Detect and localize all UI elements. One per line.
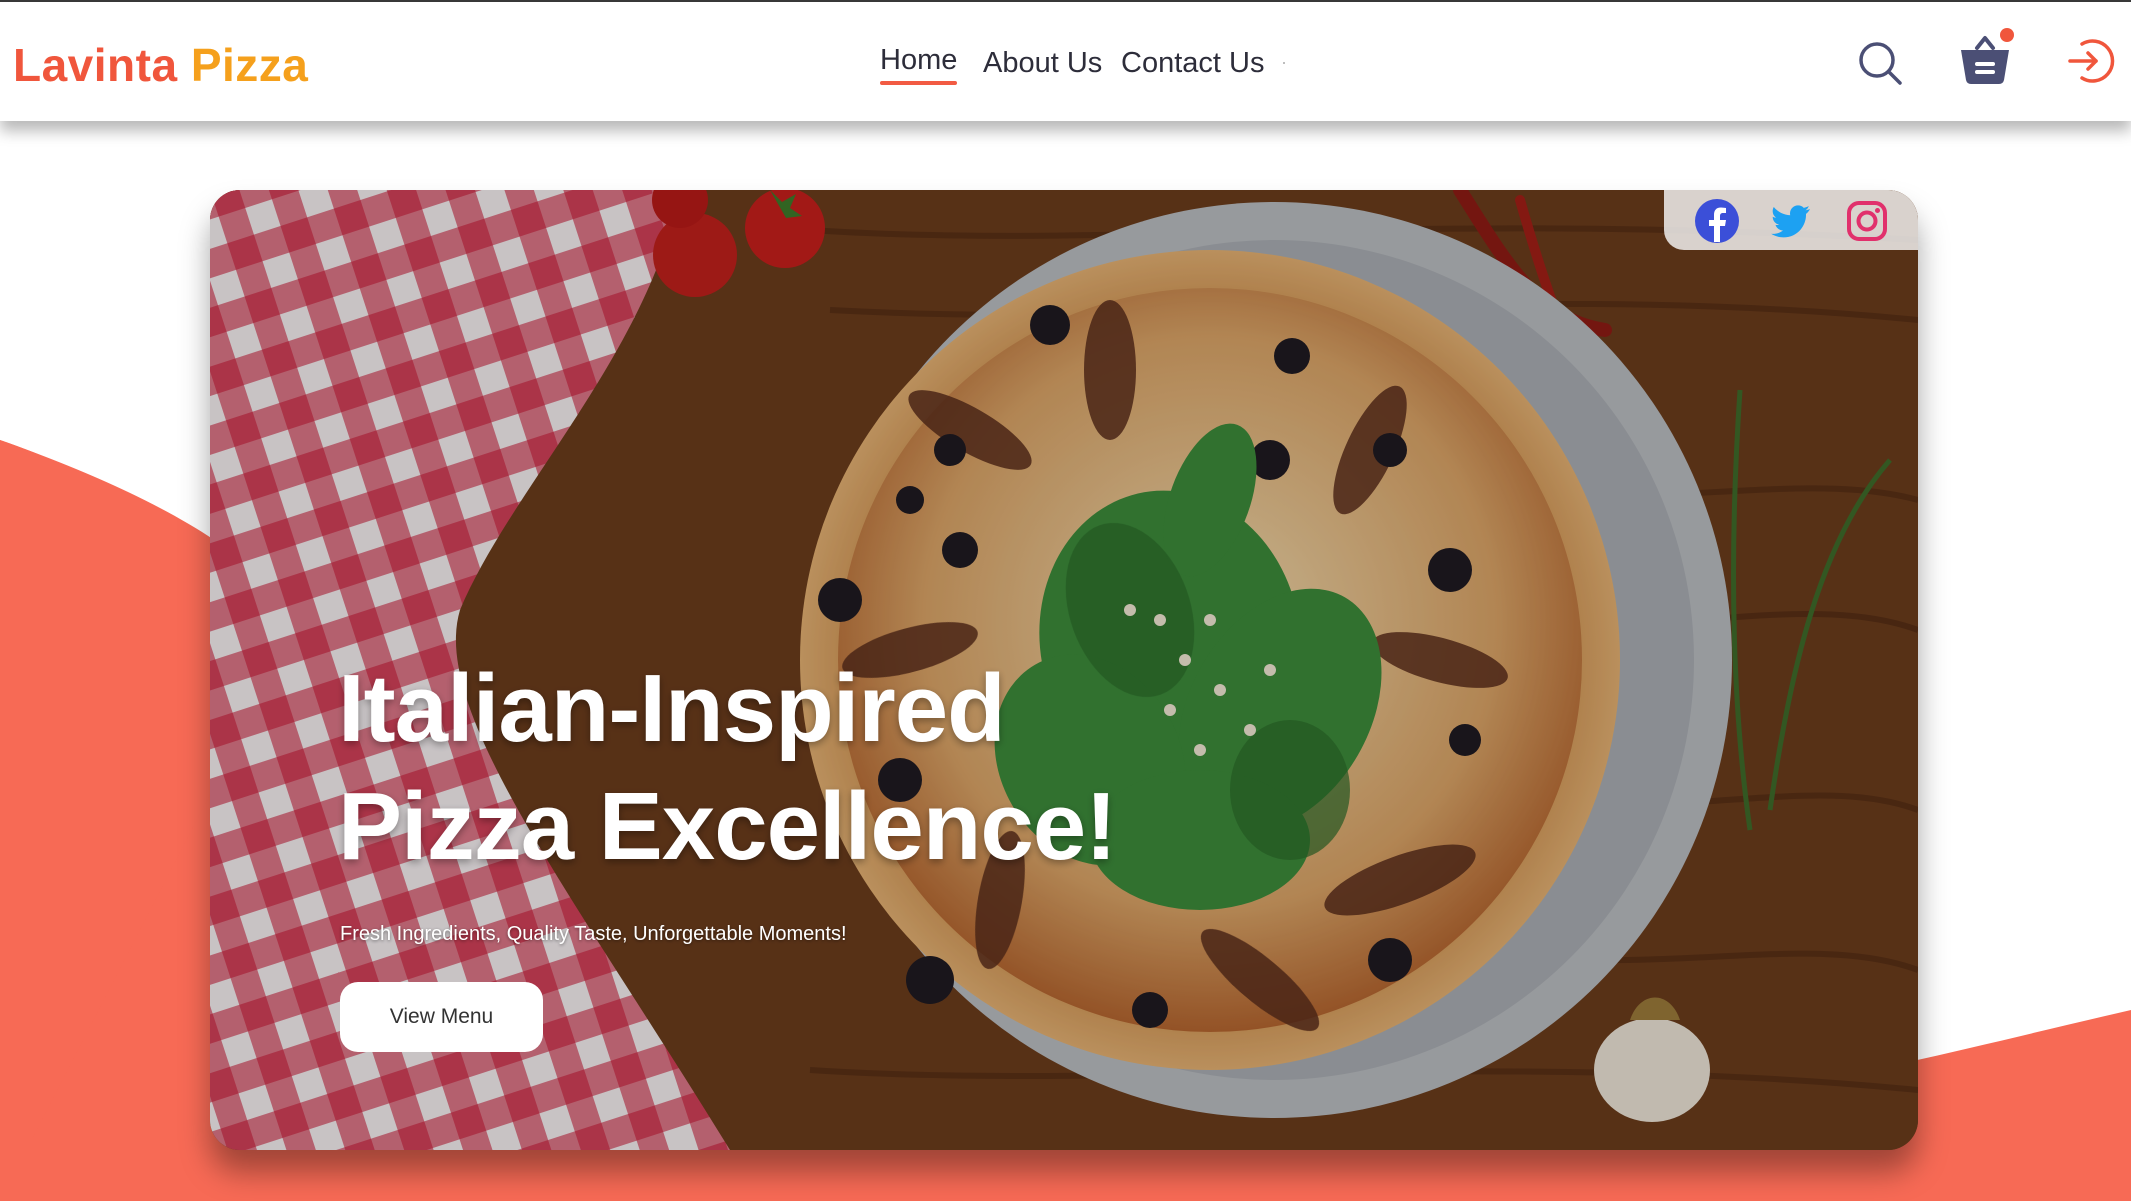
search-button[interactable] xyxy=(1857,40,1903,86)
nav-home[interactable]: Home xyxy=(880,44,958,85)
login-icon xyxy=(2068,39,2115,83)
nav-contact-label: Contact Us xyxy=(1121,47,1265,79)
active-nav-underline xyxy=(880,81,958,85)
view-menu-button[interactable]: View Menu xyxy=(340,982,543,1052)
hero-subtitle: Fresh Ingredients, Quality Taste, Unforg… xyxy=(340,923,847,945)
social-links-bar xyxy=(1664,190,1918,250)
cart-button[interactable] xyxy=(1955,28,2015,88)
hero-title-line2: Pizza Excellence! xyxy=(338,773,1117,880)
nav-separator-dot xyxy=(1283,62,1285,64)
top-navbar: Lavinta Pizza Home About Us Contact Us xyxy=(0,2,2131,121)
instagram-icon[interactable] xyxy=(1844,198,1890,244)
hero-title-line1: Italian-Inspired xyxy=(338,655,1006,762)
brand-name-part1: Lavinta xyxy=(13,39,178,91)
twitter-icon[interactable] xyxy=(1768,198,1814,244)
cart-notification-dot xyxy=(2000,28,2014,42)
brand-logo[interactable]: Lavinta Pizza xyxy=(13,38,308,92)
hero-title: Italian-Inspired Pizza Excellence! xyxy=(338,650,1238,886)
nav-about-label: About Us xyxy=(983,47,1103,79)
nav-about-us[interactable]: About Us xyxy=(983,47,1102,80)
nav-contact-us[interactable]: Contact Us xyxy=(1121,47,1264,80)
search-icon xyxy=(1859,42,1902,85)
brand-name-part2: Pizza xyxy=(190,39,309,91)
nav-home-label: Home xyxy=(880,44,958,76)
facebook-icon[interactable] xyxy=(1694,198,1740,244)
hero-banner: Italian-Inspired Pizza Excellence! Fresh… xyxy=(210,190,1918,1150)
login-button[interactable] xyxy=(2066,36,2116,86)
